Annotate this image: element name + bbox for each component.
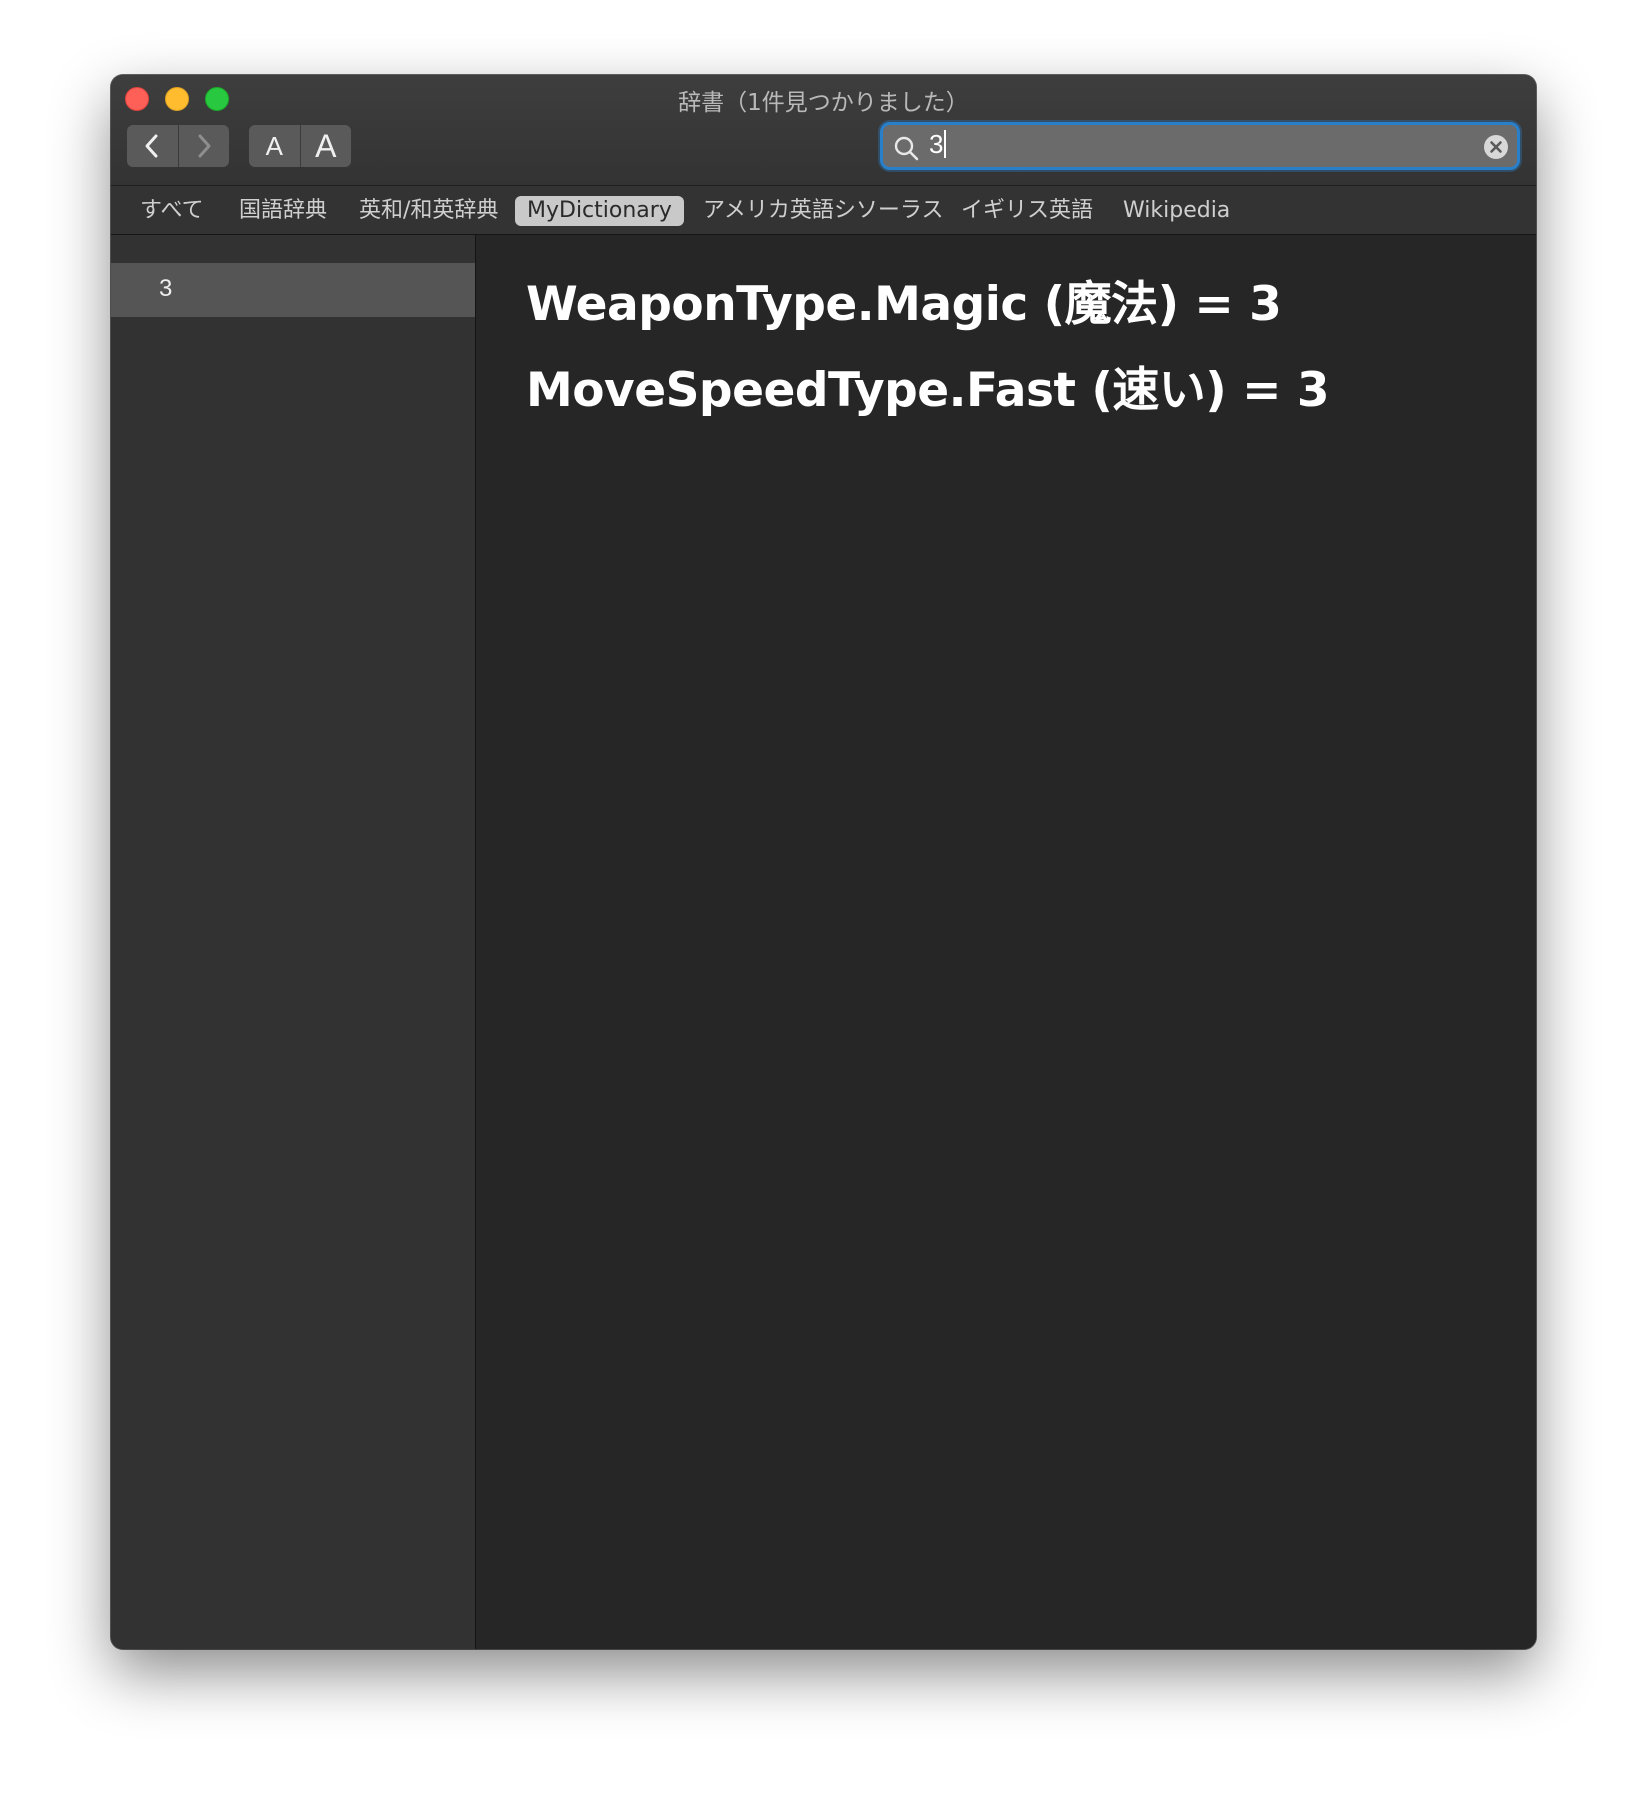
tab-all[interactable]: すべて bbox=[128, 196, 216, 226]
tab-japanese-dictionary[interactable]: 国語辞典 bbox=[227, 196, 339, 226]
title-bar: 辞書（1件見つかりました） A A 3 bbox=[111, 75, 1536, 186]
search-icon bbox=[894, 136, 919, 161]
tab-wikipedia[interactable]: Wikipedia bbox=[1111, 196, 1242, 226]
increase-font-size-button[interactable]: A bbox=[299, 125, 352, 167]
tab-mydictionary[interactable]: MyDictionary bbox=[515, 196, 684, 226]
tab-american-english-thesaurus[interactable]: アメリカ英語シソーラス bbox=[691, 196, 955, 226]
window-title: 辞書（1件見つかりました） bbox=[678, 90, 969, 116]
result-item-label: 3 bbox=[159, 275, 173, 302]
search-field[interactable]: 3 bbox=[880, 122, 1520, 170]
clear-search-icon[interactable] bbox=[1483, 134, 1509, 160]
dictionary-window: 辞書（1件見つかりました） A A 3 すべて 国語辞典 英和/和英辞典 MyD… bbox=[111, 75, 1536, 1649]
chevron-right-icon bbox=[198, 134, 211, 158]
forward-button[interactable] bbox=[177, 125, 230, 167]
tab-british-english[interactable]: イギリス英語 bbox=[949, 196, 1105, 226]
chevron-left-icon bbox=[145, 134, 158, 158]
definition-pane: WeaponType.Magic (魔法) = 3 MoveSpeedType.… bbox=[476, 235, 1536, 1649]
results-sidebar: 3 bbox=[111, 235, 476, 1649]
entry-heading: MoveSpeedType.Fast (速い) = 3 bbox=[526, 363, 1330, 418]
search-input[interactable]: 3 bbox=[929, 129, 947, 160]
back-button[interactable] bbox=[127, 125, 178, 167]
decrease-font-size-button[interactable]: A bbox=[249, 125, 300, 167]
navigation-buttons bbox=[127, 125, 229, 167]
entry-heading: WeaponType.Magic (魔法) = 3 bbox=[526, 277, 1282, 332]
dictionary-tab-bar: すべて 国語辞典 英和/和英辞典 MyDictionary アメリカ英語シソーラ… bbox=[111, 186, 1536, 235]
tab-english-japanese-dictionary[interactable]: 英和/和英辞典 bbox=[347, 196, 510, 226]
result-item[interactable]: 3 bbox=[111, 263, 475, 317]
font-size-buttons: A A bbox=[249, 125, 351, 167]
